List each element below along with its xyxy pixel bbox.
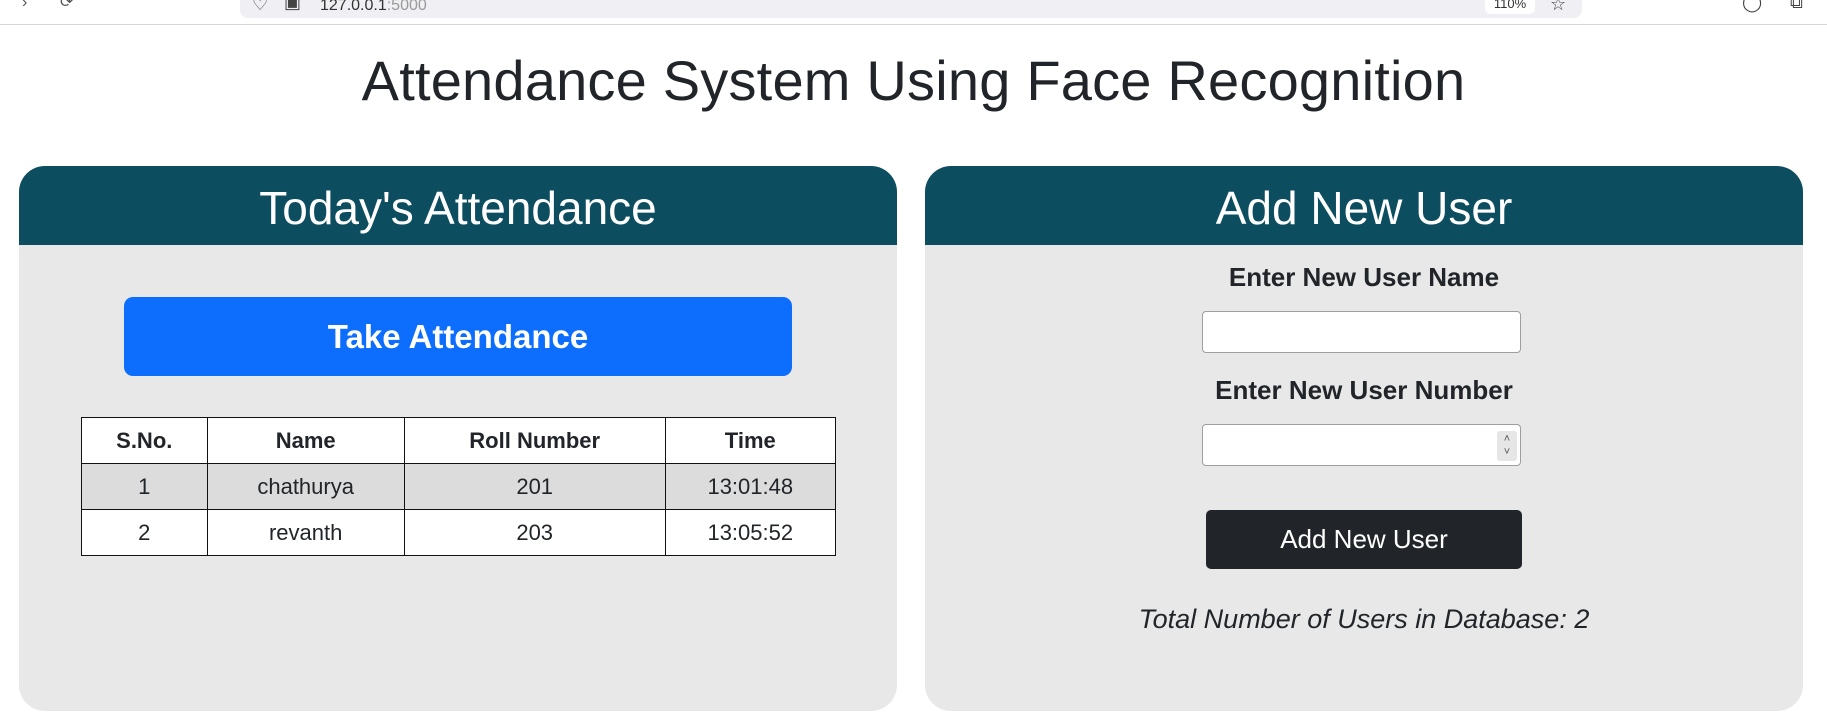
cell-time: 13:05:52 xyxy=(664,509,837,556)
zoom-level-badge[interactable]: 110% xyxy=(1485,0,1535,14)
table-row: 1 chathurya 201 13:01:48 xyxy=(81,463,837,510)
shield-icon[interactable]: ♡ xyxy=(252,0,268,15)
extensions-icon[interactable]: ⧉ xyxy=(1790,0,1803,13)
column-header-name: Name xyxy=(206,417,405,464)
url-port: :5000 xyxy=(386,0,427,14)
cell-time: 13:01:48 xyxy=(664,463,837,510)
browser-toolbar: › ⟳ ♡ ▣ 127.0.0.1:5000 110% ☆ ◯ ⧉ xyxy=(0,0,1827,25)
user-name-label: Enter New User Name xyxy=(1228,262,1500,292)
add-user-card: Add New User Enter New User Name Enter N… xyxy=(925,166,1803,711)
column-header-roll: Roll Number xyxy=(403,417,666,464)
table-row: 2 revanth 203 13:05:52 xyxy=(81,509,837,556)
attendance-table: S.No. Name Roll Number Time 1 chathurya … xyxy=(81,417,837,556)
attendance-card: Today's Attendance Take Attendance S.No.… xyxy=(19,166,897,711)
url-bar[interactable]: ♡ ▣ 127.0.0.1:5000 110% ☆ xyxy=(240,0,1582,18)
url-text[interactable]: 127.0.0.1:5000 xyxy=(320,0,427,15)
cell-sno: 2 xyxy=(81,509,208,556)
number-spinner-icon[interactable]: ˄ ˅ xyxy=(1497,431,1517,461)
column-header-time: Time xyxy=(664,417,837,464)
user-name-input[interactable] xyxy=(1202,311,1521,353)
user-number-label: Enter New User Number xyxy=(1215,375,1513,405)
total-users-text: Total Number of Users in Database: 2 xyxy=(1138,604,1590,634)
add-new-user-button[interactable]: Add New User xyxy=(1206,510,1522,569)
user-number-input[interactable] xyxy=(1202,424,1521,466)
cell-sno: 1 xyxy=(81,463,208,510)
cell-roll: 201 xyxy=(403,463,666,510)
page-info-icon[interactable]: ▣ xyxy=(284,0,301,13)
reload-icon[interactable]: ⟳ xyxy=(60,0,73,12)
url-host: 127.0.0.1 xyxy=(320,0,387,14)
add-user-card-header: Add New User xyxy=(925,166,1803,245)
page-title: Attendance System Using Face Recognition xyxy=(361,49,1466,112)
cell-name: revanth xyxy=(206,509,405,556)
take-attendance-button[interactable]: Take Attendance xyxy=(124,297,792,376)
cell-roll: 203 xyxy=(403,509,666,556)
cell-name: chathurya xyxy=(206,463,405,510)
attendance-card-header: Today's Attendance xyxy=(19,166,897,245)
forward-icon[interactable]: › xyxy=(22,0,27,12)
table-header-row: S.No. Name Roll Number Time xyxy=(81,417,837,464)
bookmark-star-icon[interactable]: ☆ xyxy=(1550,0,1566,15)
account-icon[interactable]: ◯ xyxy=(1742,0,1762,13)
column-header-sno: S.No. xyxy=(81,417,208,464)
